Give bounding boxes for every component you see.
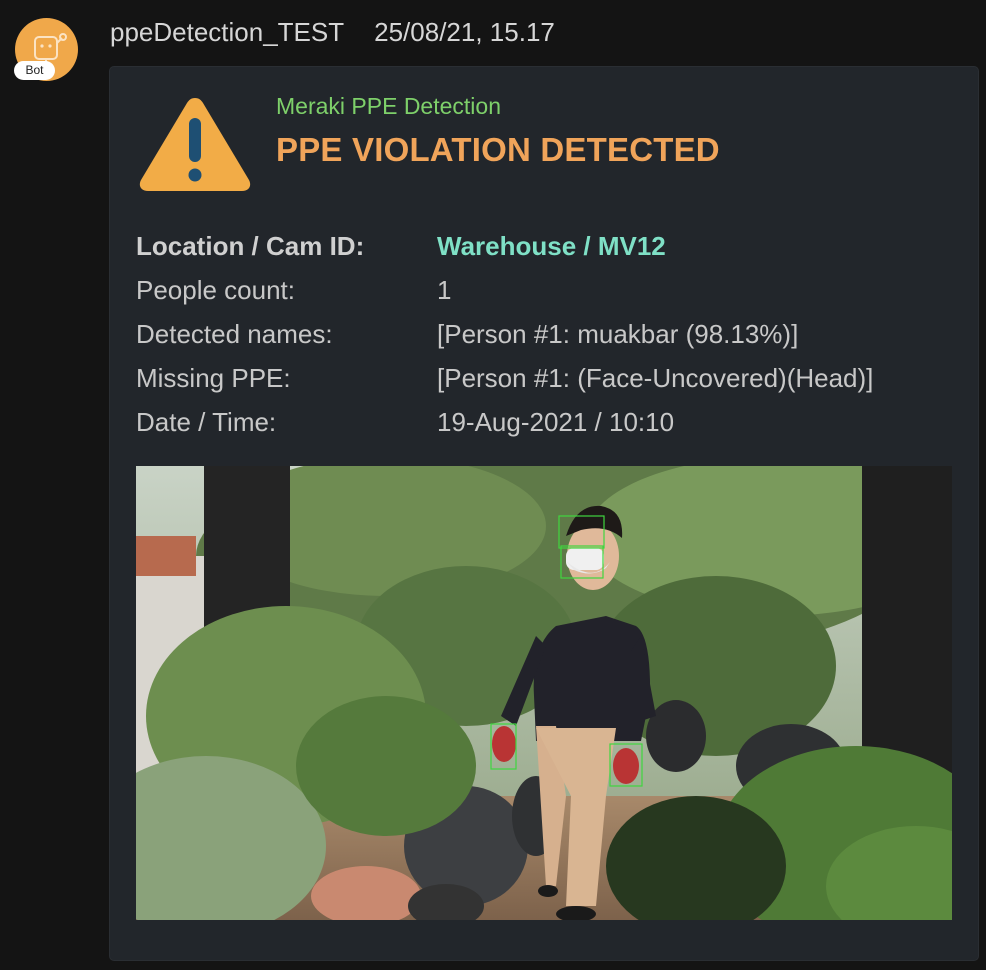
card-title: PPE VIOLATION DETECTED [276, 131, 720, 168]
fact-label: Detected names: [136, 319, 333, 349]
fact-label: Missing PPE: [136, 363, 291, 393]
fact-label: Location / Cam ID: [136, 231, 365, 261]
fact-date-time: Date / Time: 19-Aug-2021 / 10:10 [136, 403, 936, 447]
fact-label: Date / Time: [136, 407, 277, 437]
warning-triangle-icon [139, 98, 251, 191]
fact-set: Location / Cam ID: Warehouse / MV12 Peop… [136, 227, 936, 447]
fact-value: [Person #1: (Face-Uncovered)(Head)] [437, 363, 874, 393]
fact-value: [Person #1: muakbar (98.13%)] [437, 319, 799, 349]
message-header: ppeDetection_TEST 25/08/21, 15.17 [110, 14, 555, 50]
fact-label: People count: [136, 275, 296, 305]
chat-message-view: Bot ppeDetection_TEST 25/08/21, 15.17 Me… [0, 0, 986, 970]
fact-location: Location / Cam ID: Warehouse / MV12 [136, 227, 936, 271]
camera-snapshot-illustration [136, 466, 952, 920]
card-subtitle: Meraki PPE Detection [276, 93, 501, 119]
adaptive-card: Meraki PPE Detection PPE VIOLATION DETEC… [110, 67, 978, 960]
fact-value: Warehouse / MV12 [437, 231, 666, 261]
fact-detected-names: Detected names: [Person #1: muakbar (98.… [136, 315, 936, 359]
sender-name[interactable]: ppeDetection_TEST [110, 17, 344, 48]
camera-snapshot-image[interactable] [136, 466, 952, 920]
fact-value: 19-Aug-2021 / 10:10 [437, 407, 675, 437]
fact-people-count: People count: 1 [136, 271, 936, 315]
fact-missing-ppe: Missing PPE: [Person #1: (Face-Uncovered… [136, 359, 936, 403]
message-timestamp: 25/08/21, 15.17 [374, 16, 555, 47]
bot-badge: Bot [14, 61, 55, 80]
fact-value: 1 [437, 275, 452, 305]
